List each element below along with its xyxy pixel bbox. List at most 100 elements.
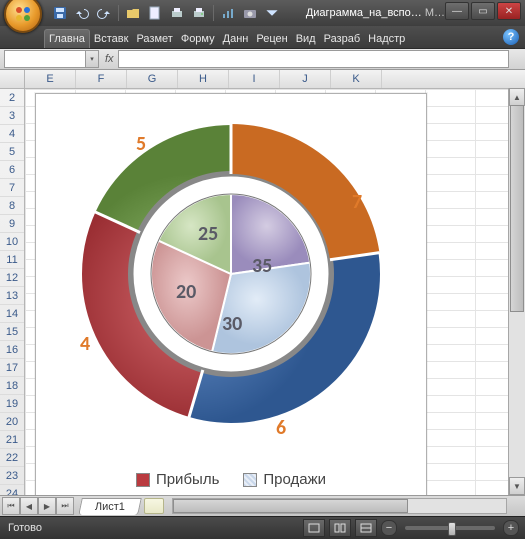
sheet-nav-last[interactable]: ⏭ [56, 497, 74, 515]
outer-label-4: 4 [80, 332, 90, 356]
tab-review[interactable]: Рецен [252, 30, 291, 48]
name-box[interactable] [4, 50, 86, 68]
save-button[interactable] [52, 5, 68, 21]
sheet-nav-first[interactable]: ⏮ [2, 497, 20, 515]
column-header[interactable]: F [76, 70, 127, 88]
row-header[interactable]: 24 [0, 485, 24, 495]
row-header[interactable]: 8 [0, 197, 24, 215]
qat-customize-button[interactable] [264, 5, 280, 21]
column-header[interactable]: I [229, 70, 280, 88]
tab-data[interactable]: Данн [219, 30, 253, 48]
view-page-layout-button[interactable] [329, 519, 351, 537]
row-header[interactable]: 6 [0, 161, 24, 179]
column-header[interactable]: H [178, 70, 229, 88]
new-sheet-button[interactable] [144, 498, 164, 514]
help-button[interactable]: ? [503, 29, 519, 45]
hscroll-thumb[interactable] [173, 499, 408, 513]
inner-label-2: 35 [252, 254, 272, 278]
row-header[interactable]: 18 [0, 377, 24, 395]
title-filename: Диаграмма_на_вспо… [306, 7, 422, 19]
zoom-out-button[interactable]: − [381, 520, 397, 536]
title-bar: Диаграмма_на_вспо… M… ― ▭ ✕ [0, 0, 525, 26]
inner-label-1: 25 [198, 222, 218, 246]
view-normal-button[interactable] [303, 519, 325, 537]
tab-developer[interactable]: Разраб [320, 30, 365, 48]
inner-label-4: 20 [176, 280, 196, 304]
inner-label-3: 30 [222, 312, 242, 336]
scroll-down-button[interactable]: ▼ [509, 477, 525, 495]
view-page-break-button[interactable] [355, 519, 377, 537]
horizontal-scrollbar[interactable] [172, 498, 507, 514]
vertical-scrollbar[interactable]: ▲ ▼ [508, 88, 525, 495]
ribbon-tabs: Главна Вставк Размет Форму Данн Рецен Ви… [0, 26, 525, 49]
row-header[interactable]: 23 [0, 467, 24, 485]
tab-home[interactable]: Главна [44, 29, 90, 48]
column-header[interactable]: K [331, 70, 382, 88]
column-header[interactable]: G [127, 70, 178, 88]
row-header[interactable]: 5 [0, 143, 24, 161]
vscroll-thumb[interactable] [510, 105, 524, 312]
vscroll-track[interactable] [509, 105, 525, 478]
new-button[interactable] [147, 5, 163, 21]
open-button[interactable] [125, 5, 141, 21]
legend-item-1[interactable]: Прибыль [136, 471, 219, 488]
outer-label-1: 5 [136, 132, 146, 156]
close-button[interactable]: ✕ [497, 2, 521, 20]
grid-body: 2 3 4 5 6 7 8 9 10 11 12 13 14 15 16 17 … [0, 89, 525, 495]
row-header[interactable]: 9 [0, 215, 24, 233]
minimize-button[interactable]: ― [445, 2, 469, 20]
tab-page-layout[interactable]: Размет [132, 30, 176, 48]
row-header[interactable]: 17 [0, 359, 24, 377]
tab-addins[interactable]: Надстр [364, 30, 409, 48]
sheet-tab-active[interactable]: Лист1 [78, 498, 142, 515]
quick-print-button[interactable] [191, 5, 207, 21]
legend-label: Прибыль [156, 471, 219, 488]
chart-object[interactable]: 5 7 6 4 25 35 30 20 Прибыль [35, 93, 427, 495]
row-header[interactable]: 11 [0, 251, 24, 269]
select-all-corner[interactable] [0, 70, 25, 88]
row-header[interactable]: 3 [0, 107, 24, 125]
row-header[interactable]: 15 [0, 323, 24, 341]
window-title: Диаграмма_на_вспо… M… [306, 7, 445, 19]
redo-button[interactable] [96, 5, 112, 21]
quick-access-toolbar [52, 5, 280, 21]
print-preview-button[interactable] [169, 5, 185, 21]
chart-button[interactable] [220, 5, 236, 21]
row-header[interactable]: 4 [0, 125, 24, 143]
tab-insert[interactable]: Вставк [90, 30, 133, 48]
row-header[interactable]: 14 [0, 305, 24, 323]
column-header[interactable]: J [280, 70, 331, 88]
row-header[interactable]: 12 [0, 269, 24, 287]
zoom-slider-thumb[interactable] [448, 522, 456, 536]
row-header[interactable]: 7 [0, 179, 24, 197]
name-box-dropdown[interactable]: ▾ [86, 50, 99, 68]
row-header[interactable]: 2 [0, 89, 24, 107]
zoom-in-button[interactable]: + [503, 520, 519, 536]
tab-formulas[interactable]: Форму [177, 30, 219, 48]
maximize-button[interactable]: ▭ [471, 2, 495, 20]
row-header[interactable]: 22 [0, 449, 24, 467]
scroll-up-button[interactable]: ▲ [509, 88, 525, 106]
formula-input[interactable] [118, 50, 509, 68]
cell-grid[interactable]: 5 7 6 4 25 35 30 20 Прибыль [25, 89, 525, 495]
row-header[interactable]: 16 [0, 341, 24, 359]
camera-button[interactable] [242, 5, 258, 21]
legend-label: Продажи [263, 471, 326, 488]
row-header[interactable]: 19 [0, 395, 24, 413]
row-header[interactable]: 21 [0, 431, 24, 449]
undo-button[interactable] [74, 5, 90, 21]
status-right: − + [303, 519, 519, 537]
tab-view[interactable]: Вид [292, 30, 320, 48]
sheet-tab-label: Лист1 [95, 501, 125, 513]
sheet-nav-prev[interactable]: ◀ [20, 497, 38, 515]
legend-item-2[interactable]: Продажи [243, 471, 326, 488]
outer-label-3: 6 [276, 416, 286, 440]
zoom-slider[interactable] [405, 526, 495, 530]
row-header[interactable]: 13 [0, 287, 24, 305]
row-header[interactable]: 10 [0, 233, 24, 251]
sheet-nav-next[interactable]: ▶ [38, 497, 56, 515]
column-header[interactable]: E [25, 70, 76, 88]
row-header[interactable]: 20 [0, 413, 24, 431]
fx-label[interactable]: fx [105, 53, 114, 65]
sheet-tab-bar: ⏮ ◀ ▶ ⏭ Лист1 [0, 495, 525, 516]
